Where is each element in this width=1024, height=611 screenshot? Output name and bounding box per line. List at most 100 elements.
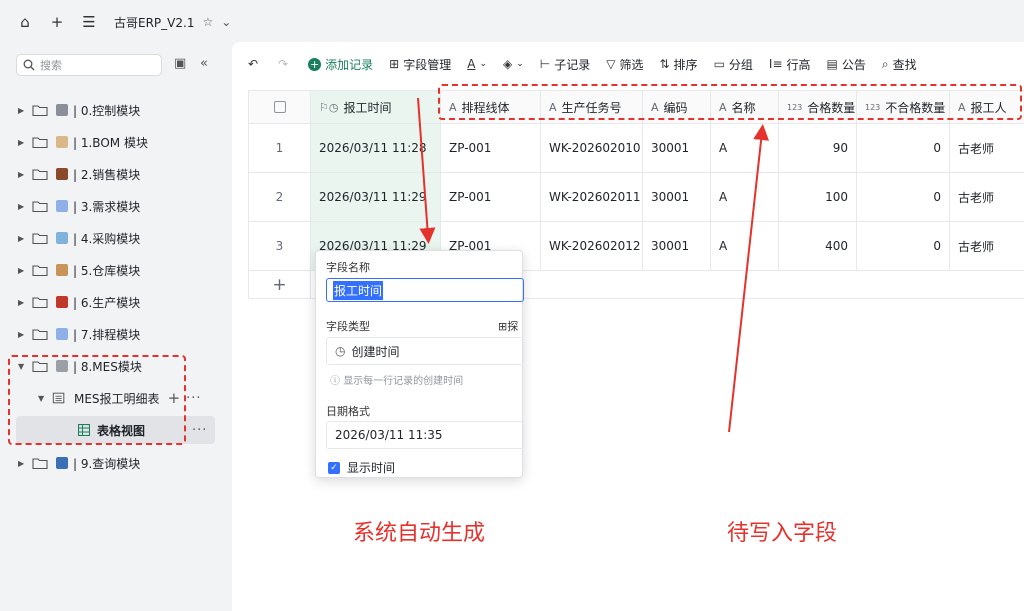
find-button[interactable]: ⌕ 查找 — [882, 56, 917, 73]
header-task-no[interactable]: A 生产任务号 — [541, 91, 643, 124]
header-label: 不合格数量 — [885, 100, 946, 115]
cell-reporter[interactable]: 古老师 — [950, 124, 1024, 173]
expand-arrow-icon[interactable]: ▶ — [18, 170, 32, 179]
more-icon[interactable]: ··· — [192, 423, 207, 438]
header-code[interactable]: A 编码 — [643, 91, 711, 124]
plus-icon[interactable]: + — [46, 11, 68, 33]
home-icon[interactable]: ⌂ — [14, 11, 36, 33]
cell-task-no[interactable]: WK-202602011 — [541, 173, 643, 222]
collapse-arrow-icon[interactable]: ▼ — [38, 394, 52, 403]
expand-arrow-icon[interactable]: ▶ — [18, 298, 32, 307]
explore-link[interactable]: ⊞探 — [498, 318, 518, 334]
sidebar-item-bom[interactable]: ▶ | 1.BOM 模块 — [18, 128, 148, 156]
cell-task-no[interactable]: WK-202602010 — [541, 124, 643, 173]
field-manage-button[interactable]: ⊞ 字段管理 — [389, 56, 451, 73]
cell-report-time[interactable]: 2026/03/11 11:28 — [311, 124, 441, 173]
sort-label: 排序 — [673, 57, 698, 72]
field-name-input[interactable]: 报工时间 — [326, 278, 524, 302]
cell-report-time[interactable]: 2026/03/11 11:29 — [311, 173, 441, 222]
sidebar-item-mes-table[interactable]: ▼ MES报工明细表 + ··· — [38, 384, 218, 412]
cell-qualified[interactable]: 100 — [779, 173, 857, 222]
header-qualified[interactable]: 123 合格数量 — [779, 91, 857, 124]
plus-circle-icon: + — [308, 57, 322, 71]
sidebar-item-purchase[interactable]: ▶ | 4.采购模块 — [18, 224, 140, 252]
fill-color-button[interactable]: ◈ ⌄ — [503, 57, 524, 71]
grid-icon: ⊞ — [389, 57, 400, 71]
panel-icon[interactable]: ▣ — [174, 56, 186, 71]
filter-button[interactable]: ▽ 筛选 — [606, 56, 643, 73]
sub-record-button[interactable]: ⊢ 子记录 — [540, 56, 590, 73]
header-line[interactable]: A 排程线体 — [441, 91, 541, 124]
row-height-button[interactable]: I≡ 行高 — [769, 56, 811, 73]
cell-qualified[interactable]: 400 — [779, 222, 857, 271]
select-all-cell[interactable] — [249, 91, 311, 124]
cell-line[interactable]: ZP-001 — [441, 173, 541, 222]
sidebar-item-control[interactable]: ▶ | 0.控制模块 — [18, 96, 140, 124]
sidebar-item-sales[interactable]: ▶ | 2.销售模块 — [18, 160, 140, 188]
star-icon[interactable]: ☆ — [202, 15, 213, 29]
cell-reporter[interactable]: 古老师 — [950, 173, 1024, 222]
expand-arrow-icon[interactable]: ▶ — [18, 234, 32, 243]
cell-line[interactable]: ZP-001 — [441, 124, 541, 173]
header-reporter[interactable]: A 报工人 — [950, 91, 1024, 124]
sidebar-item-production[interactable]: ▶ | 6.生产模块 — [18, 288, 140, 316]
cell-name[interactable]: A — [711, 222, 779, 271]
field-type-select[interactable]: ◷ 创建时间 — [326, 337, 524, 365]
expand-arrow-icon[interactable]: ▶ — [18, 266, 32, 275]
sub-record-label: 子记录 — [554, 57, 591, 72]
notice-icon: ▤ — [826, 57, 838, 71]
menu-icon[interactable]: ☰ — [78, 11, 100, 33]
cell-unqualified[interactable]: 0 — [857, 124, 950, 173]
cell-reporter[interactable]: 古老师 — [950, 222, 1024, 271]
header-name[interactable]: A 名称 — [711, 91, 779, 124]
header-report-time[interactable]: ⚐◷ 报工时间 — [311, 91, 441, 124]
notice-button[interactable]: ▤ 公告 — [827, 56, 866, 73]
cell-unqualified[interactable]: 0 — [857, 173, 950, 222]
expand-arrow-icon[interactable]: ▶ — [18, 138, 32, 147]
expand-arrow-icon[interactable]: ▶ — [18, 106, 32, 115]
sort-button[interactable]: ⇅ 排序 — [659, 56, 697, 73]
folder-icon — [32, 105, 48, 116]
cell-task-no[interactable]: WK-202602012 — [541, 222, 643, 271]
text-color-button[interactable]: A ⌄ — [467, 57, 487, 71]
created-time-icon: ◷ — [335, 344, 346, 358]
chevron-down-icon[interactable]: ⌄ — [221, 15, 231, 29]
sidebar-item-scheduling[interactable]: ▶ | 7.排程模块 — [18, 320, 140, 348]
filter-label: 筛选 — [619, 57, 644, 72]
show-time-checkbox[interactable]: ✓ 显示时间 — [328, 459, 395, 476]
cell-name[interactable]: A — [711, 173, 779, 222]
sidebar-item-label: | 4.采购模块 — [73, 231, 141, 246]
group-button[interactable]: ▭ 分组 — [714, 56, 753, 73]
date-format-select[interactable]: 2026/03/11 11:35 — [326, 421, 524, 449]
row-number: 1 — [249, 124, 311, 173]
collapse-arrow-icon[interactable]: ▼ — [18, 362, 32, 371]
cell-code[interactable]: 30001 — [643, 222, 711, 271]
cell-code[interactable]: 30001 — [643, 124, 711, 173]
header-unqualified[interactable]: 123 不合格数量 — [857, 91, 950, 124]
created-time-icon: ⚐◷ — [319, 100, 339, 114]
collapse-icon[interactable]: « — [200, 56, 208, 71]
more-icon[interactable]: ··· — [186, 391, 201, 406]
search-input[interactable]: 搜索 — [16, 54, 162, 76]
cell-code[interactable]: 30001 — [643, 173, 711, 222]
cell-qualified[interactable]: 90 — [779, 124, 857, 173]
expand-arrow-icon[interactable]: ▶ — [18, 330, 32, 339]
add-view-icon[interactable]: + — [168, 389, 181, 407]
table-row[interactable]: 1 2026/03/11 11:28 ZP-001 WK-202602010 3… — [248, 124, 1024, 173]
sidebar-item-query[interactable]: ▶ | 9.查询模块 — [18, 449, 140, 477]
cell-name[interactable]: A — [711, 124, 779, 173]
undo-icon[interactable]: ↶ — [248, 57, 262, 71]
sidebar-item-warehouse[interactable]: ▶ | 5.仓库模块 — [18, 256, 140, 284]
expand-arrow-icon[interactable]: ▶ — [18, 202, 32, 211]
redo-icon[interactable]: ↷ — [278, 57, 292, 71]
table-row[interactable]: 2 2026/03/11 11:29 ZP-001 WK-202602011 3… — [248, 173, 1024, 222]
sidebar-item-grid-view[interactable]: 表格视图 ··· — [16, 416, 215, 444]
header-label: 排程线体 — [461, 100, 510, 115]
expand-arrow-icon[interactable]: ▶ — [18, 459, 32, 468]
add-row-button[interactable]: + — [249, 271, 311, 299]
cell-unqualified[interactable]: 0 — [857, 222, 950, 271]
add-record-button[interactable]: + 添加记录 — [308, 56, 373, 73]
sidebar-item-demand[interactable]: ▶ | 3.需求模块 — [18, 192, 140, 220]
select-all-checkbox[interactable] — [273, 101, 286, 113]
sidebar-item-mes[interactable]: ▼ | 8.MES模块 — [18, 352, 142, 380]
